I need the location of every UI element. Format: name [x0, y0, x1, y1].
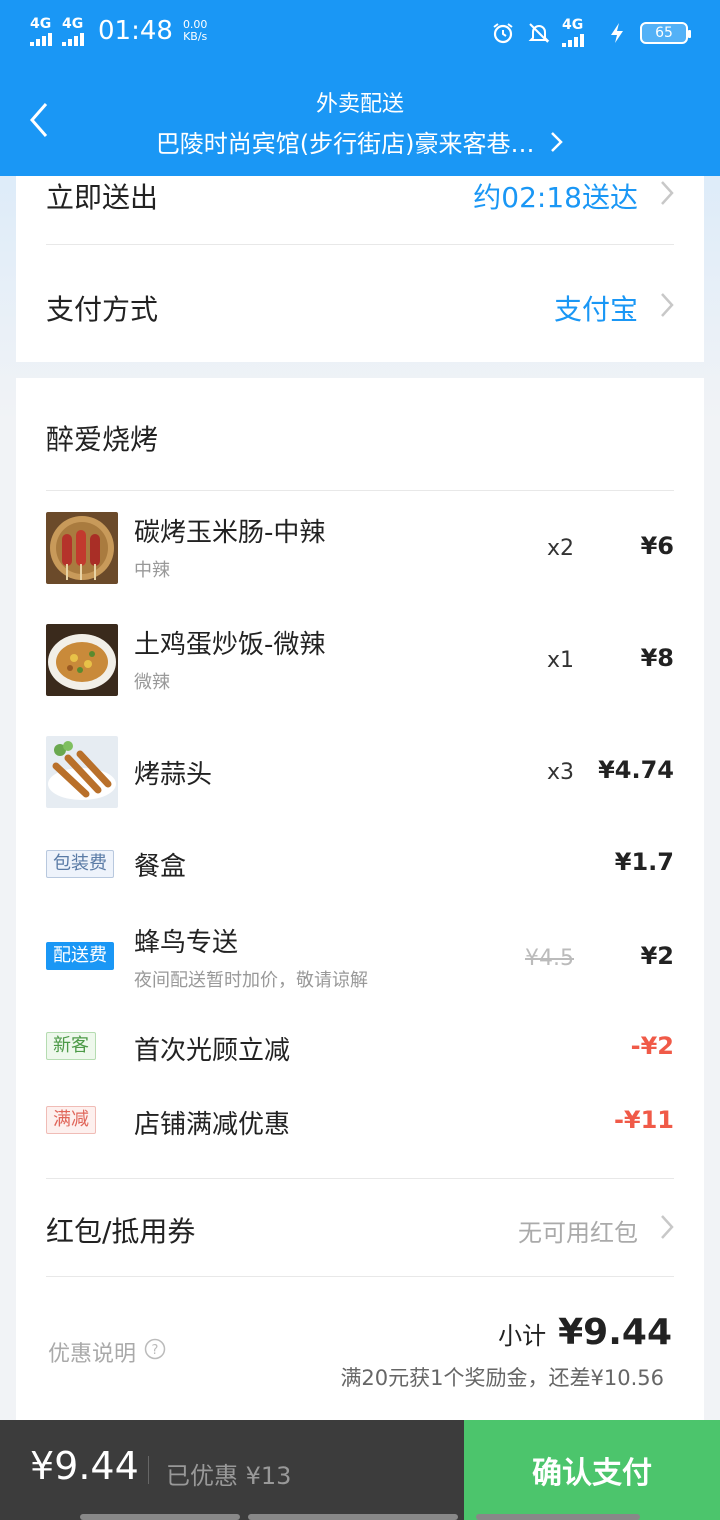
payment-method-row[interactable]: 支付方式 支付宝	[46, 288, 674, 328]
food-image-sausage	[46, 512, 118, 584]
help-icon: ?	[144, 1338, 166, 1366]
item-qty: x1	[546, 648, 574, 673]
new-customer-discount-row: 新客 首次光顾立减 -¥2	[46, 1030, 674, 1070]
divider	[46, 490, 674, 491]
shop-name: 醉爱烧烤	[46, 423, 159, 456]
nav-gesture-bar	[80, 1514, 240, 1520]
list-item: 烤蒜头 x3 ¥4.74	[46, 736, 674, 808]
discount-explanation[interactable]: 优惠说明 ?	[48, 1336, 166, 1368]
item-qty: x3	[546, 760, 574, 785]
packaging-fee-badge: 包装费	[46, 850, 114, 878]
app-header: 4G 4G 01:48 0.00 KB/s 4G 65 外卖配送 巴陵时尚宾馆(…	[0, 0, 720, 176]
chevron-right-icon	[660, 1214, 674, 1247]
network-speed: 0.00 KB/s	[183, 19, 208, 43]
payment-method: 支付宝	[553, 293, 638, 326]
coupon-row[interactable]: 红包/抵用券 无可用红包	[46, 1210, 674, 1250]
reward-hint: 满20元获1个奖励金，还差¥10.56	[340, 1366, 664, 1390]
charging-icon	[604, 20, 630, 46]
delivery-time-row[interactable]: 立即送出 约02:18送达	[46, 176, 674, 216]
delivery-fee-badge: 配送费	[46, 942, 114, 970]
delivery-original-price: ¥4.5	[525, 946, 574, 971]
network-type-3: 4G	[562, 17, 584, 33]
full-reduction-badge: 满减	[46, 1106, 96, 1134]
delivery-service-name: 蜂鸟专送	[134, 928, 239, 958]
signal-icon-3: 4G	[562, 18, 584, 47]
battery-level: 65	[655, 24, 673, 41]
delivery-address[interactable]: 巴陵时尚宾馆(步行街店)豪来客巷…	[0, 124, 720, 159]
coupon-value: 无可用红包	[518, 1218, 638, 1247]
delivery-note: 夜间配送暂时加价，敬请谅解	[134, 970, 368, 991]
chevron-right-icon	[660, 292, 674, 325]
item-price: ¥8	[640, 644, 674, 672]
payment-label: 支付方式	[46, 293, 159, 326]
battery-icon: 65	[640, 21, 691, 44]
page-title: 外卖配送	[315, 92, 404, 117]
subtotal-label: 小计	[498, 1322, 547, 1350]
confirm-payment-button[interactable]: 确认支付	[464, 1420, 720, 1520]
total-amount: ¥9.44	[30, 1444, 139, 1488]
item-qty: x2	[546, 536, 574, 561]
full-reduction-row: 满减 店铺满减优惠 -¥11	[46, 1104, 674, 1144]
divider	[46, 1178, 674, 1179]
item-name: 烤蒜头	[134, 760, 213, 790]
packaging-price: ¥1.7	[614, 848, 674, 876]
list-item: 土鸡蛋炒饭-微辣 微辣 x1 ¥8	[46, 624, 674, 696]
address-text: 巴陵时尚宾馆(步行街店)豪来客巷…	[155, 130, 535, 158]
nav-gesture-bar	[248, 1514, 458, 1520]
discount-amount: -¥2	[630, 1032, 674, 1060]
chevron-right-icon	[550, 131, 564, 159]
item-price: ¥4.74	[598, 756, 674, 784]
delivery-price: ¥2	[640, 942, 674, 970]
svg-text:?: ?	[152, 1343, 159, 1358]
order-details-card: 醉爱烧烤 碳烤玉米肠-中辣 中辣 x2 ¥6 土鸡蛋炒饭-微辣 微辣 x1 ¥8…	[16, 378, 704, 1458]
signal-icon-2: 4G	[62, 17, 84, 46]
list-item: 碳烤玉米肠-中辣 中辣 x2 ¥6	[46, 512, 674, 584]
packaging-fee-row: 包装费 餐盒 ¥1.7	[46, 846, 674, 886]
new-customer-badge: 新客	[46, 1032, 96, 1060]
signal-icon: 4G	[30, 17, 52, 46]
divider	[46, 244, 674, 245]
delivery-label: 立即送出	[46, 181, 159, 214]
food-image-garlic	[46, 736, 118, 808]
item-spec: 微辣	[134, 672, 170, 693]
nav-gesture-bar	[476, 1514, 640, 1520]
status-bar: 4G 4G 01:48 0.00 KB/s 4G 65	[0, 0, 720, 66]
mute-bell-icon	[526, 20, 552, 46]
network-type: 4G	[30, 15, 52, 32]
clock: 01:48	[98, 16, 173, 46]
network-type-2: 4G	[62, 15, 84, 32]
chevron-right-icon	[660, 180, 674, 213]
saved-amount: 已优惠 ¥13	[166, 1462, 292, 1490]
subtotal-value: ¥9.44	[558, 1312, 672, 1353]
alarm-icon	[490, 20, 516, 46]
checkout-bar: ¥9.44 已优惠 ¥13 确认支付	[0, 1420, 720, 1520]
item-price: ¥6	[640, 532, 674, 560]
item-spec: 中辣	[134, 560, 170, 581]
speed-unit: KB/s	[183, 30, 208, 43]
coupon-label: 红包/抵用券	[46, 1215, 196, 1248]
item-name: 土鸡蛋炒饭-微辣	[134, 630, 326, 660]
food-image-fried-rice	[46, 624, 118, 696]
packaging-name: 餐盒	[134, 852, 187, 882]
delivery-eta: 约02:18送达	[473, 181, 638, 214]
subtotal: 小计 ¥9.44	[498, 1312, 672, 1353]
discount-note-label: 优惠说明	[48, 1342, 137, 1367]
divider	[148, 1456, 149, 1484]
delivery-fee-row: 配送费 蜂鸟专送 夜间配送暂时加价，敬请谅解 ¥4.5 ¥2	[46, 922, 674, 994]
item-name: 碳烤玉米肠-中辣	[134, 518, 326, 548]
discount-name: 首次光顾立减	[134, 1036, 291, 1066]
discount-amount: -¥11	[613, 1106, 674, 1134]
discount-name: 店铺满减优惠	[134, 1110, 291, 1140]
divider	[46, 1276, 674, 1277]
